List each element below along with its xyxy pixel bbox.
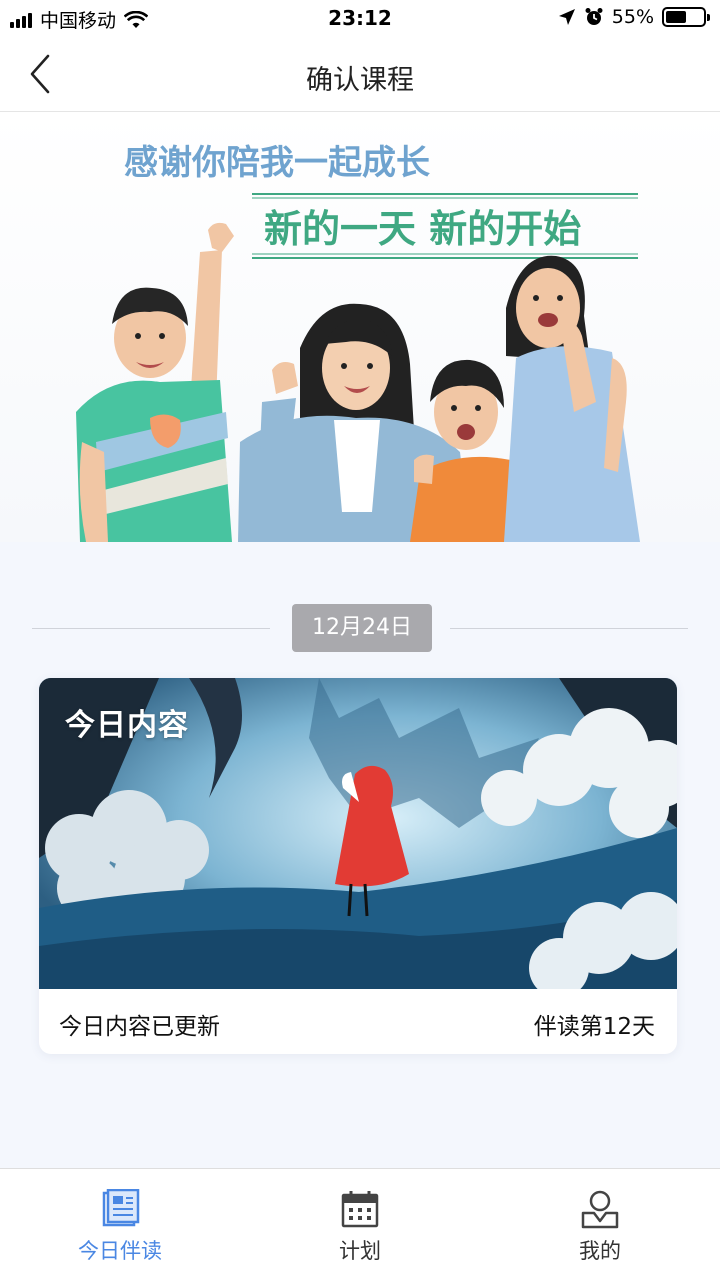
calendar-icon (341, 1191, 379, 1228)
tab-label-plan: 计划 (339, 1239, 381, 1263)
reading-day-count: 伴读第12天 (533, 1014, 655, 1040)
tab-label-today-reading: 今日伴读 (78, 1239, 162, 1263)
card-footer: 今日内容已更新 伴读第12天 (39, 989, 677, 1054)
card-title: 今日内容 (65, 708, 189, 743)
battery-level (666, 11, 686, 23)
banner-illustration: 感谢你陪我一起成长 新的一天 新的开始 (0, 112, 720, 542)
divider-line-right (450, 628, 688, 629)
tab-mine[interactable]: 我的 (480, 1169, 720, 1280)
nav-bar: 确认课程 (0, 36, 720, 112)
page-title: 确认课程 (306, 65, 414, 96)
location-arrow-icon (558, 9, 575, 25)
content-updated-label: 今日内容已更新 (59, 1014, 220, 1040)
reading-doc-icon (102, 1189, 140, 1227)
divider-line-left (32, 628, 270, 629)
date-badge: 12月24日 (292, 604, 432, 652)
tab-plan[interactable]: 计划 (240, 1169, 480, 1280)
date-divider: 12月24日 (32, 604, 688, 652)
tab-label-mine: 我的 (579, 1239, 621, 1263)
banner: 感谢你陪我一起成长 新的一天 新的开始 (0, 112, 720, 542)
bottom-tab-bar: 今日伴读 计划 我的 (0, 1168, 720, 1280)
status-right: 55% (558, 6, 710, 28)
alarm-clock-icon (585, 8, 603, 25)
banner-line-1: 感谢你陪我一起成长 (124, 143, 430, 183)
profile-icon (581, 1190, 619, 1229)
battery-percent: 55% (611, 6, 654, 28)
battery-icon (662, 7, 710, 27)
today-content-card[interactable]: 今日内容 今日内容已更新 伴读第12天 (39, 678, 677, 1054)
card-cover-image: 今日内容 (39, 678, 677, 989)
tab-today-reading[interactable]: 今日伴读 (0, 1169, 240, 1280)
banner-line-2: 新的一天 新的开始 (264, 206, 581, 251)
status-bar: 中国移动 23:12 55% (0, 0, 720, 36)
